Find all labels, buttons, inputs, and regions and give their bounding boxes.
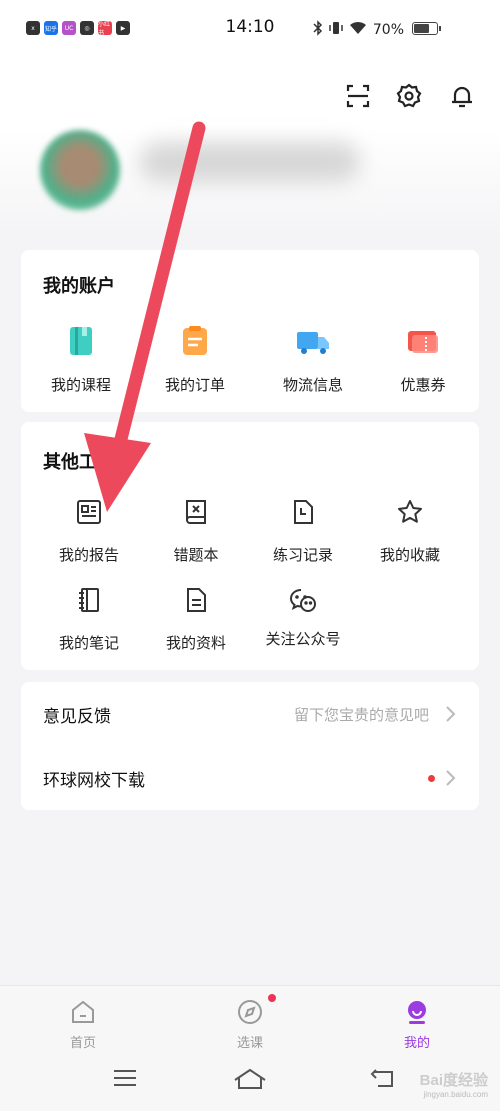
chevron-right-icon (445, 705, 457, 727)
wechat-icon (251, 586, 355, 618)
tools-card: 其他工具 我的报告 错题本 练习记录 我的收藏 我的笔记 我的资料 关注公众号 (21, 422, 479, 670)
tab-course-selection[interactable]: 选课 (210, 998, 290, 1051)
profile-icon (408, 1001, 426, 1024)
star-icon (358, 498, 462, 530)
coupon-ticket-icon (371, 324, 475, 362)
grid-item-follow-official-account[interactable]: 关注公众号 (251, 586, 355, 649)
home-key-icon[interactable] (233, 1068, 267, 1094)
links-card: 意见反馈 留下您宝贵的意见吧 环球网校下载 (21, 682, 479, 810)
battery-level-fill (414, 24, 429, 33)
grid-item-my-favorites[interactable]: 我的收藏 (358, 498, 462, 565)
vibrate-icon (329, 21, 343, 39)
download-label: 环球网校下载 (43, 771, 145, 791)
notebook-icon (37, 586, 141, 618)
bluetooth-icon (313, 20, 323, 40)
order-clipboard-icon (143, 324, 247, 362)
practice-record-icon (251, 498, 355, 530)
back-key-icon[interactable] (368, 1068, 394, 1092)
course-book-icon (29, 324, 133, 362)
compass-icon (238, 1000, 262, 1024)
tab-mine[interactable]: 我的 (377, 998, 457, 1051)
baidu-jingyan-watermark: Bai度经验 jingyan.baidu.com (419, 1072, 488, 1099)
tab-notification-dot (268, 994, 276, 1002)
grid-item-logistics[interactable]: 物流信息 (261, 324, 365, 395)
feedback-row[interactable]: 意见反馈 留下您宝贵的意见吧 (21, 682, 479, 746)
chevron-right-icon (445, 769, 457, 791)
grid-item-my-courses[interactable]: 我的课程 (29, 324, 133, 395)
grid-item-my-reports[interactable]: 我的报告 (37, 498, 141, 565)
tab-home[interactable]: 首页 (43, 998, 123, 1051)
grid-item-wrong-questions[interactable]: 错题本 (144, 498, 248, 565)
bell-icon[interactable] (448, 82, 476, 110)
wifi-icon (349, 21, 367, 39)
notification-dot (428, 775, 435, 782)
settings-icon[interactable] (395, 82, 423, 110)
grid-item-my-materials[interactable]: 我的资料 (144, 586, 248, 653)
grid-item-coupons[interactable]: 优惠券 (371, 324, 475, 395)
scan-icon[interactable] (344, 82, 372, 110)
report-icon (37, 498, 141, 530)
battery-icon (412, 22, 441, 35)
delivery-truck-icon (261, 324, 365, 362)
status-bar: x 知乎 UC ◎ 小红书 ▶ 14:10 70% (0, 0, 500, 56)
grid-item-my-orders[interactable]: 我的订单 (143, 324, 247, 395)
document-icon (144, 586, 248, 618)
grid-item-my-notes[interactable]: 我的笔记 (37, 586, 141, 653)
grid-item-practice-records[interactable]: 练习记录 (251, 498, 355, 565)
feedback-label: 意见反馈 (43, 707, 111, 727)
menu-key-icon[interactable] (112, 1068, 138, 1092)
tools-card-title: 其他工具 (43, 452, 115, 473)
wrong-questions-book-icon (144, 498, 248, 530)
battery-percent: 70% (372, 22, 404, 38)
download-row[interactable]: 环球网校下载 (21, 746, 479, 810)
username-blurred (140, 142, 360, 182)
feedback-hint: 留下您宝贵的意见吧 (293, 706, 429, 724)
account-card: 我的账户 我的课程 我的订单 物流信息 优惠券 (21, 250, 479, 412)
home-icon (72, 1000, 94, 1023)
account-card-title: 我的账户 (43, 276, 115, 297)
avatar[interactable] (40, 130, 120, 210)
